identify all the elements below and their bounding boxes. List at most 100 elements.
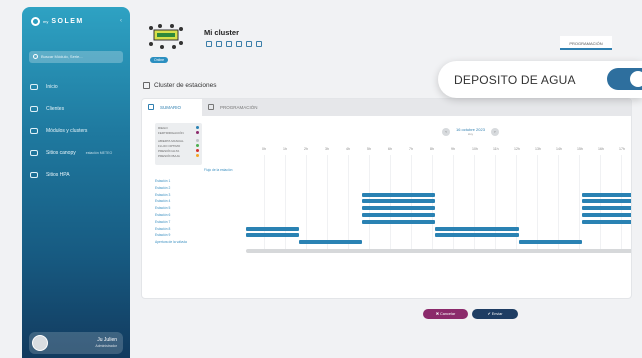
delete-icon[interactable] [236,41,242,47]
date-navigator: ‹ 16 octubre 2023 Hoy › [442,127,499,136]
send-button[interactable]: ✔ Enviar [472,309,518,319]
legend-dot [196,144,199,147]
sidebar-item-clientes[interactable]: Clientes [30,98,130,120]
tab-label: PROGRAMACIÓN [220,105,258,110]
add-icon[interactable] [246,41,252,47]
legend-dot [196,131,199,134]
trash-icon[interactable] [143,82,150,89]
cluster-actions [206,41,262,47]
solem-logo-icon [31,17,40,26]
sidebar-item-label: Inicio [46,84,58,90]
hour-label: 17h [619,147,625,151]
gantt-scrollbar [246,249,631,253]
gridline [579,155,580,251]
sidebar-item-hpa[interactable]: Sitios HPA [30,164,130,186]
schedule-bar [361,219,435,224]
hour-label: 12h [514,147,520,151]
sidebar-item-sub: estación METEO [85,151,113,155]
flow-label: Flujo de la estación [204,168,233,172]
share-icon[interactable] [256,41,262,47]
legend-item: PRESIÓN BAJA [158,153,199,158]
sidebar-item-canopy[interactable]: Sitios canopy estación METEO [30,142,130,164]
water-tank-toggle[interactable] [607,68,642,90]
app-frame: my SOLEM ‹ Buscar Módulo, Serie... Inici… [0,0,642,358]
legend-label: PRESIÓN BAJA [158,153,180,158]
brand-prefix: my [43,19,49,24]
date-display: 16 octubre 2023 Hoy [456,127,485,136]
legend-label: ABIERTA MANUAL [158,138,184,143]
summary-icon [148,104,154,110]
station-label: Estación 5 [155,206,171,211]
tab-programacion[interactable]: PROGRAMACIÓN [560,36,612,50]
hour-label: 10h [472,147,478,151]
edit-icon[interactable] [206,41,212,47]
legend-label: RIEGO [158,125,168,130]
sidebar-item-label: Módulos y clusters [46,128,88,134]
gridline [306,155,307,251]
hour-label: 9h [451,147,455,151]
legend: RIEGO FERTIRRIGACIÓN ABIERTA MANUAL FLUJ… [155,123,202,165]
calendar-icon[interactable] [226,41,232,47]
tab-sumario[interactable]: SUMARIO [142,99,202,116]
sidebar-item-inicio[interactable]: Inicio [30,76,130,98]
hour-label: 15h [577,147,583,151]
sidebar-nav: Inicio Clientes Módulos y clusters Sitio… [30,76,130,186]
user-card[interactable]: Ju Julien Administrador [29,332,123,354]
schedule-bar [582,192,631,197]
schedule-bar [435,233,519,238]
canopy-icon [30,150,38,156]
hour-label: 0h [262,147,266,151]
schedule-bar [582,219,631,224]
hour-label: 8h [430,147,434,151]
station-label: Estación 9 [155,233,171,238]
brand-name: SOLEM [51,18,84,25]
schedule-bar [435,226,519,231]
search-placeholder: Buscar Módulo, Serie... [41,54,83,59]
station-label: Estación 8 [155,226,171,231]
brand-logo: my SOLEM [31,17,84,26]
sidebar-item-label: Sitios HPA [46,172,70,178]
sidebar: my SOLEM ‹ Buscar Módulo, Serie... Inici… [22,7,130,358]
station-label: Estación 4 [155,199,171,204]
cancel-button[interactable]: ✖ Cancelar [423,309,468,319]
schedule-bar [582,199,631,204]
date-sub: Hoy [467,132,474,136]
sidebar-item-label: Sitios canopy [46,150,76,156]
schedule-bar [361,206,435,211]
section-title-text: Cluster de estaciones [154,82,217,89]
panel-tabs: SUMARIO PROGRAMACIÓN [142,99,631,116]
search-icon [33,54,38,59]
prev-day-button[interactable]: ‹ [442,127,450,136]
cluster-panel: SUMARIO PROGRAMACIÓN RIEGO FERTIRRIGACIÓ… [141,98,632,299]
hour-label: 14h [556,147,562,151]
hour-label: 4h [346,147,350,151]
legend-dot [196,149,199,152]
schedule-bar [361,213,435,217]
search-input[interactable]: Buscar Módulo, Serie... [29,51,123,63]
next-day-button[interactable]: › [490,127,499,136]
gridline [537,155,538,251]
hour-label: 13h [535,147,541,151]
schedule-bar [361,192,435,197]
hour-label: 16h [598,147,604,151]
station-label: Estación 7 [155,219,171,224]
user-role: Administrador [95,344,117,348]
schedule-bar [582,213,631,217]
hour-label: 5h [367,147,371,151]
tab-panel-programacion[interactable]: PROGRAMACIÓN [202,99,262,116]
home-icon [30,84,38,90]
avatar [32,335,48,351]
legend-label: PRESIÓN ALTA [158,148,180,153]
schedule-bar [298,240,362,245]
hour-label: 6h [388,147,392,151]
station-label: Estación 6 [155,213,171,217]
sidebar-item-label: Clientes [46,106,65,112]
sidebar-item-modulos[interactable]: Módulos y clusters [30,120,130,142]
schedule-bar [582,206,631,211]
clock-icon [208,104,214,110]
station-label: Estación 2 [155,185,171,190]
copy-icon[interactable] [216,41,222,47]
user-icon [30,106,38,112]
station-label: Apertura de la válvula [155,240,187,245]
collapse-icon[interactable]: ‹ [120,18,122,24]
